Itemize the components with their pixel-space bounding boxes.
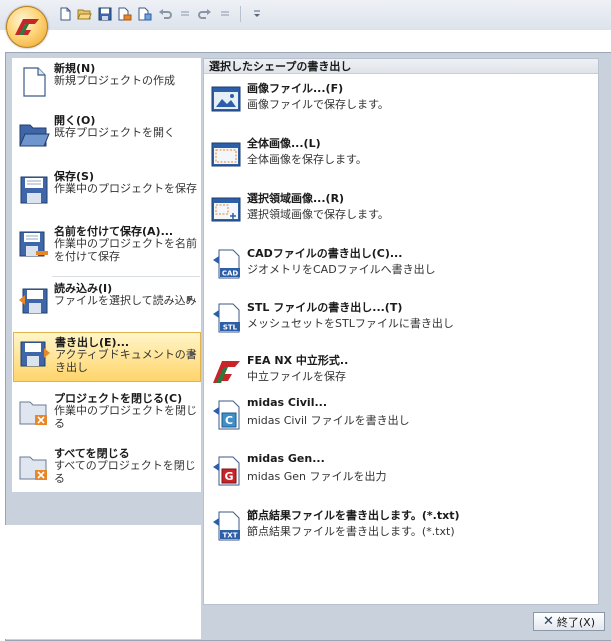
submenu-item-desc: ジオメトリをCADファイルへ書き出し	[247, 263, 436, 276]
submenu-item-desc: 画像ファイルで保存します。	[247, 98, 389, 111]
export-full-image[interactable]: 全体画像...(L) 全体画像を保存します。	[204, 132, 598, 182]
submenu-item-desc: 選択領域画像で保存します。	[247, 208, 389, 221]
submenu-item-desc: midas Gen ファイルを出力	[247, 470, 387, 483]
stl-file-icon: STL	[210, 302, 242, 334]
menu-item-desc: 作業中のプロジェクトを保存	[54, 182, 197, 195]
export-icon[interactable]	[116, 6, 133, 22]
qat-buttons	[56, 6, 265, 22]
export-image-file[interactable]: 画像ファイル...(F) 画像ファイルで保存します。	[204, 77, 598, 127]
open-folder-icon	[18, 118, 50, 150]
submenu-arrow-icon: ▶	[186, 294, 193, 303]
save-as-icon	[18, 229, 50, 261]
submenu-item-desc: 中立ファイルを保存	[247, 370, 346, 383]
menu-item-close-project[interactable]: プロジェクトを閉じる(C) 作業中のプロジェクトを閉じる	[12, 388, 201, 438]
menu-item-export[interactable]: 書き出し(E)... アクティブドキュメントの書き出し ▶	[13, 332, 201, 382]
qat-separator	[240, 6, 241, 22]
menu-item-desc: 作業中のプロジェクトを名前を付けて保存	[54, 237, 197, 263]
image-file-icon	[210, 83, 242, 115]
redo-list-icon[interactable]	[216, 6, 233, 22]
stl-badge-text: STL	[223, 324, 238, 332]
submenu-item-desc: 節点結果ファイルを書き出します。(*.txt)	[247, 525, 455, 538]
submenu-item-label: midas Civil...	[247, 396, 327, 409]
close-project-icon	[18, 396, 50, 428]
menu-item-desc: アクティブドキュメントの書き出し	[55, 348, 197, 374]
export-cad-file[interactable]: CAD CADファイルの書き出し(C)... ジオメトリをCADファイルへ書き出…	[204, 242, 598, 292]
fea-nx-logo-icon	[210, 355, 242, 387]
application-menu-left: 新規(N) 新規プロジェクトの作成 開く(O) 既存プロジェクトを開く 保存(S…	[12, 58, 202, 492]
left-menu-footer	[12, 492, 202, 524]
submenu-item-label: 全体画像...(L)	[247, 137, 321, 150]
menu-item-desc: 作業中のプロジェクトを閉じる	[54, 404, 197, 430]
import-icon[interactable]	[136, 6, 153, 22]
export-selection-image[interactable]: 選択領域画像...(R) 選択領域画像で保存します。	[204, 187, 598, 237]
txt-badge-text: TXT	[223, 532, 238, 540]
fea-nx-logo-icon	[15, 19, 39, 35]
submenu-item-label: midas Gen...	[247, 452, 325, 465]
submenu-item-desc: 全体画像を保存します。	[247, 153, 367, 166]
menu-item-open[interactable]: 開く(O) 既存プロジェクトを開く	[12, 110, 201, 160]
midas-gen-icon: G	[210, 455, 242, 487]
open-folder-icon[interactable]	[76, 6, 93, 22]
menu-item-close-all[interactable]: すべてを閉じる すべてのプロジェクトを閉じる	[12, 443, 201, 493]
submenu-item-desc: midas Civil ファイルを書き出し	[247, 414, 410, 427]
menu-item-save-as[interactable]: 名前を付けて保存(A)... 作業中のプロジェクトを名前を付けて保存	[12, 221, 201, 277]
submenu-item-label: CADファイルの書き出し(C)...	[247, 247, 403, 260]
cad-badge-text: CAD	[222, 270, 239, 278]
redo-icon[interactable]	[196, 6, 213, 22]
exit-label: 終了(X)	[556, 615, 596, 629]
export-midas-civil[interactable]: C midas Civil... midas Civil ファイルを書き出し	[204, 393, 598, 443]
export-nodal-results-txt[interactable]: TXT 節点結果ファイルを書き出します。(*.txt) 節点結果ファイルを書き出…	[204, 504, 598, 554]
export-stl-file[interactable]: STL STL ファイルの書き出し...(T) メッシュセットをSTLファイルに…	[204, 296, 598, 346]
close-icon: ✕	[542, 614, 554, 629]
save-icon[interactable]	[96, 6, 113, 22]
export-fea-nx-neutral[interactable]: FEA NX 中立形式.. 中立ファイルを保存	[204, 349, 598, 399]
submenu-item-label: 選択領域画像...(R)	[247, 192, 345, 205]
submenu-arrow-icon: ▶	[189, 349, 196, 358]
midas-civil-icon: C	[210, 399, 242, 431]
import-icon	[18, 286, 50, 318]
export-submenu: 選択したシェープの書き出し 画像ファイル...(F) 画像ファイルで保存します。…	[203, 58, 599, 605]
submenu-item-label: FEA NX 中立形式..	[247, 354, 349, 367]
export-icon	[19, 339, 51, 371]
submenu-item-label: 節点結果ファイルを書き出します。(*.txt)	[247, 509, 460, 522]
submenu-item-desc: メッシュセットをSTLファイルに書き出し	[247, 317, 454, 330]
selection-image-icon	[210, 193, 242, 225]
close-all-icon	[18, 451, 50, 483]
undo-list-icon[interactable]	[176, 6, 193, 22]
txt-file-icon: TXT	[210, 510, 242, 542]
menu-item-new[interactable]: 新規(N) 新規プロジェクトの作成	[12, 58, 201, 108]
submenu-item-label: 画像ファイル...(F)	[247, 82, 344, 95]
exit-button[interactable]: ✕ 終了(X)	[533, 612, 605, 631]
customize-icon[interactable]	[248, 6, 265, 22]
menu-item-save[interactable]: 保存(S) 作業中のプロジェクトを保存	[12, 166, 201, 216]
menu-item-import[interactable]: 読み込み(I) ファイルを選択して読み込み ▶	[12, 278, 201, 328]
menu-item-desc: すべてのプロジェクトを閉じる	[54, 459, 196, 485]
left-blank-area	[0, 525, 201, 639]
export-midas-gen[interactable]: G midas Gen... midas Gen ファイルを出力	[204, 449, 598, 499]
menu-item-desc: 新規プロジェクトの作成	[54, 74, 175, 87]
save-icon	[18, 174, 50, 206]
civil-badge-text: C	[225, 414, 233, 427]
submenu-header: 選択したシェープの書き出し	[204, 59, 598, 74]
menu-item-desc: 既存プロジェクトを開く	[54, 126, 175, 139]
quick-access-toolbar	[0, 0, 611, 30]
menu-divider	[52, 276, 200, 277]
submenu-item-label: STL ファイルの書き出し...(T)	[247, 301, 403, 314]
new-doc-icon	[18, 66, 50, 98]
full-image-icon	[210, 138, 242, 170]
cad-file-icon: CAD	[210, 248, 242, 280]
menu-item-desc: ファイルを選択して読み込み	[54, 294, 197, 307]
application-button[interactable]	[6, 6, 48, 48]
undo-icon[interactable]	[156, 6, 173, 22]
gen-badge-text: G	[224, 470, 233, 483]
new-doc-icon[interactable]	[56, 6, 73, 22]
